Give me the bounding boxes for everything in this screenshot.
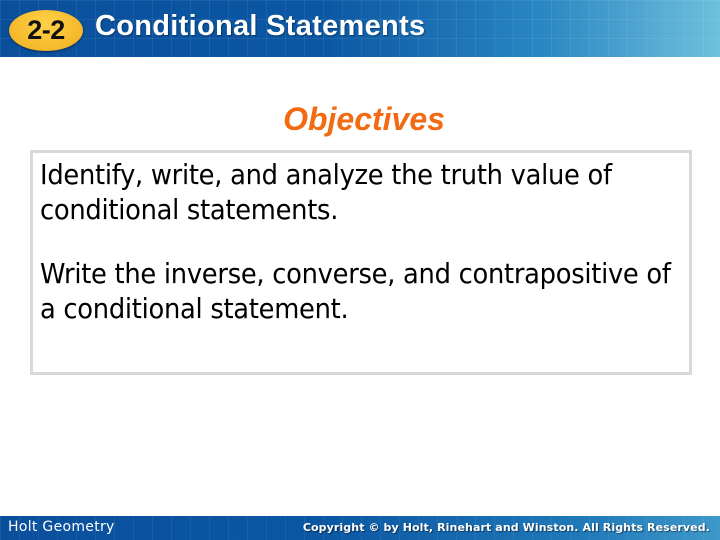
course-name: Holt Geometry [8, 519, 115, 535]
copyright-notice: Copyright © by Holt, Rinehart and Winsto… [302, 521, 710, 534]
slide-title: Conditional Statements [95, 10, 426, 42]
slide-header: 2-2 Conditional Statements [0, 0, 720, 57]
objectives-heading: Objectives [283, 101, 445, 137]
objectives-box: Identify, write, and analyze the truth v… [30, 150, 692, 375]
lesson-number: 2-2 [27, 15, 65, 45]
objective-item: Identify, write, and analyze the truth v… [40, 158, 612, 226]
slide-footer: Holt Geometry Copyright © by Holt, Rineh… [0, 516, 720, 540]
lesson-number-badge: 2-2 [9, 10, 83, 51]
objective-item: Write the inverse, converse, and contrap… [40, 257, 671, 325]
